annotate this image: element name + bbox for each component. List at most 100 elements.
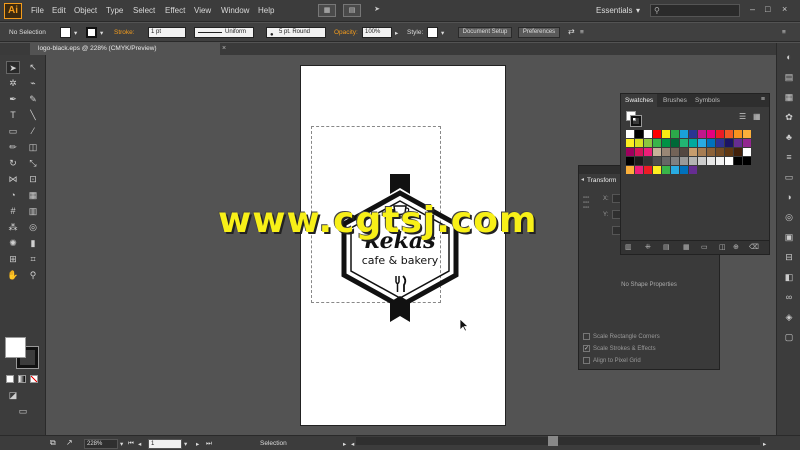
zoom-level-field[interactable]: 228% [84, 439, 118, 449]
symbol-sprayer-tool-icon[interactable]: ✺ [6, 237, 20, 250]
menu-object[interactable]: Object [74, 6, 97, 15]
eyedropper-tool-icon[interactable]: ⁂ [6, 221, 20, 234]
scale-tool-icon[interactable]: ⤡ [26, 157, 40, 170]
color-swatch[interactable] [734, 139, 742, 147]
curvature-tool-icon[interactable]: ✎ [26, 93, 40, 106]
menu-file[interactable]: File [31, 6, 44, 15]
menu-select[interactable]: Select [133, 6, 155, 15]
perspective-grid-tool-icon[interactable]: ▦ [26, 189, 40, 202]
menu-window[interactable]: Window [221, 6, 249, 15]
menu-effect[interactable]: Effect [165, 6, 185, 15]
artboard-tool-icon[interactable]: ⊞ [6, 253, 20, 266]
maximize-button[interactable]: □ [765, 4, 770, 14]
color-swatch[interactable] [644, 148, 652, 156]
free-transform-tool-icon[interactable]: ⊡ [26, 173, 40, 186]
color-swatch[interactable] [635, 166, 643, 174]
color-swatch[interactable] [635, 130, 643, 138]
color-swatch[interactable] [698, 130, 706, 138]
direct-selection-tool-icon[interactable]: ↖ [26, 61, 40, 74]
new-group-icon[interactable]: ▭ [701, 243, 708, 251]
tab-brushes[interactable]: Brushes [659, 94, 691, 107]
control-menu-icon[interactable]: ≡ [782, 29, 786, 36]
color-swatch[interactable] [662, 166, 670, 174]
lasso-tool-icon[interactable]: ⌁ [26, 77, 40, 90]
fill-color-swatch[interactable] [60, 27, 71, 38]
chevron-down-icon[interactable]: ▾ [120, 440, 123, 448]
color-swatch[interactable] [734, 157, 742, 165]
stroke-color-swatch[interactable] [86, 27, 97, 38]
color-swatch[interactable] [716, 157, 724, 165]
color-swatch[interactable] [644, 157, 652, 165]
color-swatch[interactable] [734, 148, 742, 156]
menu-view[interactable]: View [194, 6, 211, 15]
stroke-icon[interactable]: ≡ [782, 151, 796, 163]
tab-symbols[interactable]: Symbols [691, 94, 724, 107]
color-swatch[interactable] [671, 139, 679, 147]
arrange-documents-icon[interactable]: ▤ [343, 4, 361, 17]
mesh-tool-icon[interactable]: # [6, 205, 20, 218]
color-swatch[interactable] [716, 148, 724, 156]
list-view-icon[interactable]: ☰ [739, 112, 746, 121]
rotate-tool-icon[interactable]: ↻ [6, 157, 20, 170]
color-swatch[interactable] [680, 166, 688, 174]
color-swatch[interactable] [689, 166, 697, 174]
gradient-icon[interactable]: ▭ [782, 171, 796, 183]
artboards-icon[interactable]: ▢ [782, 331, 796, 343]
color-swatch[interactable] [635, 139, 643, 147]
align-pixel-grid-checkbox[interactable]: Align to Pixel Grid [583, 357, 641, 364]
color-swatch[interactable] [671, 148, 679, 156]
last-artboard-icon[interactable]: ⏭ [206, 440, 212, 448]
gradient-mode-icon[interactable] [18, 375, 26, 383]
thumbnail-view-icon[interactable]: ▦ [753, 112, 761, 121]
color-swatch[interactable] [698, 139, 706, 147]
color-group-icon[interactable]: ▦ [683, 243, 690, 251]
stroke-weight-field[interactable]: 1 pt [148, 27, 186, 38]
scroll-right-icon[interactable]: ▸ [763, 440, 766, 448]
collapse-icon[interactable]: ◂ [581, 176, 584, 183]
color-swatch[interactable] [680, 130, 688, 138]
color-swatch[interactable] [662, 148, 670, 156]
color-swatch[interactable] [716, 139, 724, 147]
tab-transform[interactable]: Transform [579, 174, 624, 187]
chevron-down-icon[interactable]: ▾ [441, 29, 444, 37]
color-swatch[interactable] [626, 139, 634, 147]
stroke-label[interactable]: Stroke: [114, 29, 135, 36]
swatch-libraries-icon[interactable]: ▥ [625, 243, 632, 251]
opacity-label[interactable]: Opacity: [334, 29, 358, 36]
hand-tool-icon[interactable]: ✋ [6, 269, 20, 282]
appearance-icon[interactable]: ◎ [782, 211, 796, 223]
panel-menu-icon[interactable]: ≡ [580, 29, 584, 36]
eraser-tool-icon[interactable]: ◫ [26, 141, 40, 154]
color-swatch[interactable] [653, 148, 661, 156]
scrollbar-thumb[interactable] [548, 436, 558, 446]
color-swatch[interactable] [725, 130, 733, 138]
color-swatch[interactable] [653, 166, 661, 174]
layers-icon[interactable]: ◈ [782, 311, 796, 323]
horizontal-scrollbar[interactable] [356, 437, 760, 445]
share-icon[interactable]: ↗ [66, 438, 73, 447]
help-search-input[interactable]: ⚲ [650, 4, 740, 17]
preferences-button[interactable]: Preferences [518, 27, 560, 38]
color-swatch[interactable] [644, 166, 652, 174]
color-swatch[interactable] [725, 139, 733, 147]
color-swatch[interactable] [653, 157, 661, 165]
color-swatch[interactable] [671, 166, 679, 174]
scale-corners-checkbox[interactable]: Scale Rectangle Corners [583, 333, 660, 340]
color-swatch[interactable] [635, 157, 643, 165]
current-stroke-swatch[interactable] [631, 116, 641, 126]
color-swatch[interactable] [653, 130, 661, 138]
color-swatch[interactable] [689, 157, 697, 165]
sync-settings-icon[interactable]: ➤ [368, 4, 386, 17]
color-swatch[interactable] [626, 148, 634, 156]
width-tool-icon[interactable]: ⋈ [6, 173, 20, 186]
color-swatch[interactable] [671, 130, 679, 138]
color-swatch[interactable] [689, 130, 697, 138]
artboard-number-field[interactable]: 1 [148, 439, 182, 449]
menu-type[interactable]: Type [106, 6, 123, 15]
minimize-button[interactable]: – [750, 4, 755, 14]
swatch-kinds-icon[interactable]: ⁜ [645, 243, 651, 251]
kekas-logo[interactable]: kekas cafe & bakery [338, 170, 462, 322]
color-swatch[interactable] [743, 139, 751, 147]
color-mode-icon[interactable] [6, 375, 14, 383]
color-swatch[interactable] [707, 148, 715, 156]
